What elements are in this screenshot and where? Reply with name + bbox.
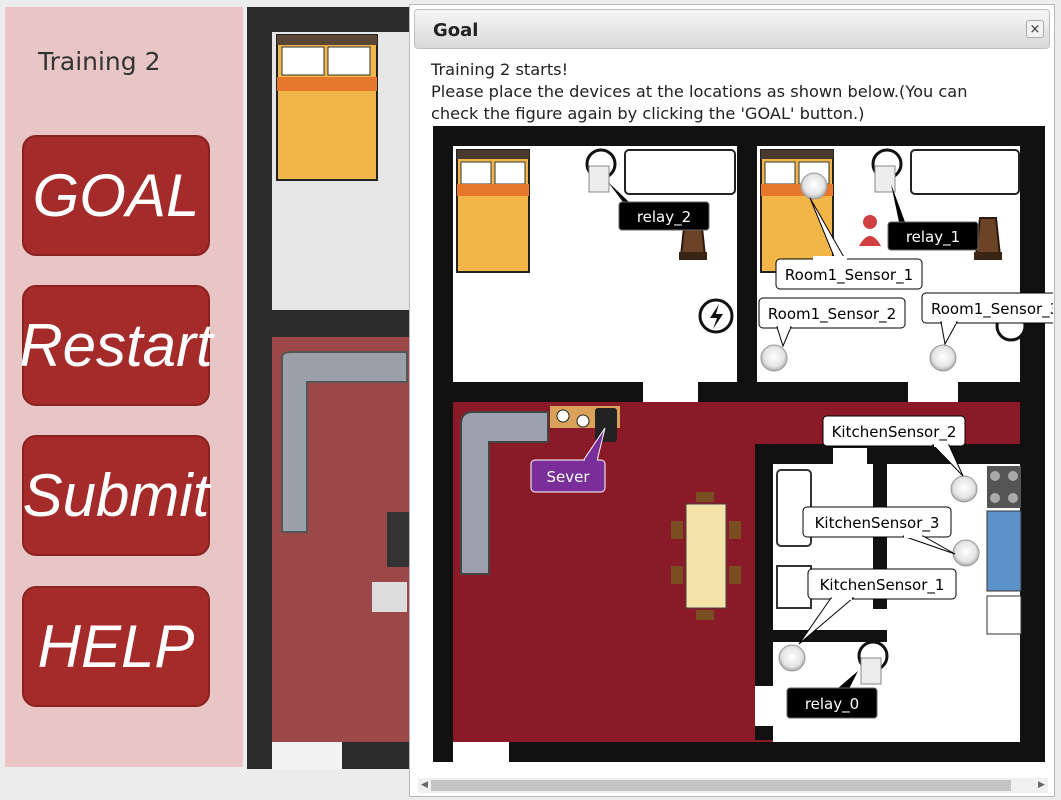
dialog-title: Goal bbox=[433, 20, 479, 41]
server-label: Sever bbox=[546, 468, 590, 486]
relay-1-label: relay_1 bbox=[906, 228, 960, 247]
horizontal-scrollbar[interactable]: ◀ ▶ bbox=[418, 778, 1048, 793]
scroll-left-icon[interactable]: ◀ bbox=[418, 778, 431, 793]
kitchen-sensor-1-icon bbox=[778, 644, 806, 672]
goal-floor-plan: relay_2 relay_1 Room1_Sensor_1 Room1_Sen… bbox=[433, 126, 1053, 762]
relay-2-label: relay_2 bbox=[637, 208, 691, 227]
room1-sensor-2-label: Room1_Sensor_2 bbox=[768, 305, 896, 324]
dialog-message: Training 2 starts! Please place the devi… bbox=[431, 59, 1041, 125]
room1-sensor-1-icon bbox=[800, 172, 828, 200]
kitchen-sensor-2-icon bbox=[950, 475, 978, 503]
kitchen-sensor-3-label: KitchenSensor_3 bbox=[815, 514, 940, 533]
room1-sensor-3-icon bbox=[929, 344, 957, 372]
kitchen-sensor-3-icon bbox=[952, 539, 980, 567]
restart-button[interactable]: Restart bbox=[19, 285, 213, 406]
close-icon[interactable]: × bbox=[1026, 20, 1044, 38]
kitchen-sensor-1-label: KitchenSensor_1 bbox=[820, 576, 945, 595]
room1-sensor-1-label: Room1_Sensor_1 bbox=[785, 266, 913, 285]
message-line-3: check the figure again by clicking the '… bbox=[431, 104, 865, 123]
relay-0-label: relay_0 bbox=[805, 695, 859, 714]
level-title: Training 2 bbox=[38, 47, 161, 76]
room1-sensor-2-icon bbox=[760, 344, 788, 372]
goal-button[interactable]: GOAL bbox=[22, 135, 210, 256]
scroll-right-icon[interactable]: ▶ bbox=[1035, 778, 1048, 793]
dialog-header[interactable]: Goal × bbox=[414, 9, 1050, 49]
help-button[interactable]: HELP bbox=[22, 586, 210, 707]
message-line-1: Training 2 starts! bbox=[431, 60, 569, 79]
workspace-floor-plan-drawing bbox=[272, 32, 417, 769]
workspace-floor-plan[interactable] bbox=[247, 7, 417, 769]
goal-dialog: Goal × Training 2 starts! Please place t… bbox=[409, 4, 1055, 797]
sidebar: Training 2 GOAL Restart Submit HELP bbox=[5, 7, 243, 767]
kitchen-sensor-2-label: KitchenSensor_2 bbox=[832, 423, 957, 442]
submit-button[interactable]: Submit bbox=[22, 435, 210, 556]
room1-sensor-3-label: Room1_Sensor_3 bbox=[931, 300, 1053, 319]
scrollbar-thumb[interactable] bbox=[431, 780, 1011, 791]
message-line-2: Please place the devices at the location… bbox=[431, 82, 968, 101]
